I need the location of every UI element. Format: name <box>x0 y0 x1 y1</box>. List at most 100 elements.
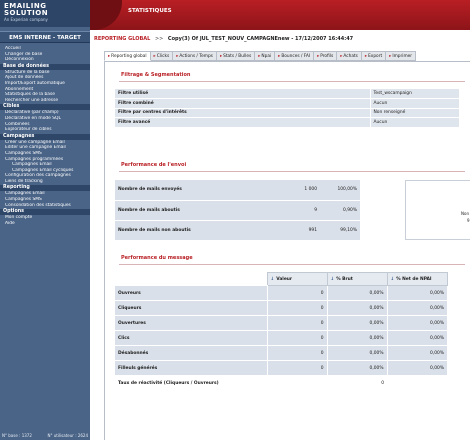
tab-item[interactable]: ▸Bounces / FAI <box>275 51 315 61</box>
tab-item[interactable]: ▸Export <box>361 51 387 61</box>
message-brut: 0,00% <box>326 345 387 361</box>
filter-value: Aucun <box>369 98 459 109</box>
message-row: Filleuls générés 0 0,00% 0,00% <box>115 360 447 376</box>
envoi-table: Nombre de mails envoyés 1 000 100,00% Nombr… <box>115 180 360 241</box>
filter-value: Non renseigné <box>369 108 459 118</box>
header-spacer <box>115 272 267 286</box>
envoi-label: Nombre de mails envoyés <box>115 180 275 201</box>
sidebar-menu-link[interactable]: Aide <box>0 221 90 227</box>
filters-title: Filtrage & Segmentation <box>121 72 191 78</box>
envoi-percent: 100,00% <box>320 180 360 201</box>
message-row: Ouvertures 0 0,00% 0,00% <box>115 315 447 331</box>
message-net: 0,00% <box>386 345 447 361</box>
message-label: Ouvertures <box>115 315 267 331</box>
breadcrumb-root[interactable]: REPORTING GLOBAL <box>94 36 150 42</box>
message-row: Ouvreurs 0 0,00% 0,00% <box>115 285 447 301</box>
brand-line-2: SOLUTION <box>4 9 49 17</box>
message-row: Désabonnés 0 0,00% 0,00% <box>115 345 447 361</box>
filter-row: Filtre combiné Aucun <box>115 98 459 109</box>
message-title: Performance du message <box>121 255 193 261</box>
filter-row: Filtre avancé Aucun <box>115 117 459 128</box>
filter-label: Filtre avancé <box>115 117 370 128</box>
envoi-pie-chart: Non 9 <box>405 180 470 240</box>
reactivity-label: Taux de réactivité (Cliqueurs / Ouvreurs… <box>115 375 267 391</box>
column-header-label: % Brut <box>336 276 353 282</box>
reactivity-value: 0 <box>266 375 387 391</box>
column-header[interactable]: ↓% Net de NPAI <box>386 272 448 286</box>
message-value: 0 <box>266 345 327 361</box>
filter-row: Filtre par centres d'intérêts Non renseig… <box>115 108 459 118</box>
envoi-row: Nombre de mails envoyés 1 000 100,00% <box>115 180 360 201</box>
brand-logo[interactable]: EMAILING SOLUTION An Experian company <box>0 0 90 27</box>
message-value: 0 <box>266 285 327 301</box>
message-table: ↓ Valeur ↓% Brut ↓% Net de NPAI Ouvreurs 0 0,0… <box>115 272 448 391</box>
sidebar-footer: N° base : 1372 N° utilisateur : 2624 <box>0 432 90 440</box>
message-label: Désabonnés <box>115 345 267 361</box>
message-row: Cliqueurs 0 0,00% 0,00% <box>115 300 447 316</box>
envoi-label: Nombre de mails aboutis <box>115 200 275 221</box>
tab-label: Profils <box>320 54 334 59</box>
report-panel: Filtrage & Segmentation Filtre utilisé Te… <box>104 61 470 440</box>
sidebar-menu-link[interactable]: Explorateur de cibles <box>0 127 90 133</box>
message-label: Cliqueurs <box>115 300 267 316</box>
envoi-row: Nombre de mails aboutis 9 0,90% <box>115 200 360 221</box>
tab-item[interactable]: ▸Achats <box>337 51 362 61</box>
user-number: N° utilisateur : 2624 <box>47 433 88 438</box>
message-brut: 0,00% <box>326 285 387 301</box>
filter-label: Filtre combiné <box>115 98 370 109</box>
pie-label-2: 9 <box>467 218 470 223</box>
envoi-divider <box>119 171 465 172</box>
message-brut: 0,00% <box>326 330 387 346</box>
message-net: 0,00% <box>386 315 447 331</box>
message-row: Clics 0 0,00% 0,00% <box>115 330 447 346</box>
column-header-label: % Net de NPAI <box>396 276 432 282</box>
tab-label: Export <box>368 54 383 59</box>
message-label: Clics <box>115 330 267 346</box>
sidebar-menu-link[interactable]: Consolidation des statistiques <box>0 203 90 209</box>
tab-label: Imprimer <box>392 54 413 59</box>
filters-divider <box>119 81 465 82</box>
sidebar-menu-link[interactable]: Rechercher une adresse <box>0 98 90 104</box>
top-header: STATISTIQUES <box>90 0 470 30</box>
message-label: Ouvreurs <box>115 285 267 301</box>
tab-arrow-icon: ▸ <box>364 54 368 59</box>
tab-label: Actions / Temps <box>179 54 213 59</box>
column-header[interactable]: ↓% Brut <box>326 272 388 286</box>
tab-item[interactable]: ▸Clicks <box>150 51 174 61</box>
base-number: N° base : 1372 <box>2 433 32 438</box>
tab-label: Stats / Bulles <box>223 54 252 59</box>
tab-arrow-icon: ▸ <box>317 54 320 59</box>
pie-label-1: Non <box>461 211 469 216</box>
tab-arrow-icon: ▸ <box>278 54 281 59</box>
filter-value: Aucun <box>369 117 459 128</box>
envoi-percent: 0,90% <box>320 200 360 221</box>
tab-item[interactable]: ▸Actions / Temps <box>173 51 217 61</box>
envoi-row: Nombre de mails non aboutis 991 99,10% <box>115 220 360 241</box>
message-value: 0 <box>266 315 327 331</box>
breadcrumb-path: Copy(3) Of JUL_TEST_NOUV_CAMPAGNEnew - 1… <box>167 36 354 42</box>
sidebar-menu-link[interactable]: Liens de tracking <box>0 179 90 185</box>
tab-label: Achats <box>343 54 358 59</box>
tab-arrow-icon: ▸ <box>219 54 223 59</box>
message-label: Filleuls générés <box>115 360 267 376</box>
message-value: 0 <box>266 330 327 346</box>
message-net: 0,00% <box>386 330 447 346</box>
tab-item[interactable]: ▸Stats / Bulles <box>216 51 256 61</box>
tab-arrow-icon: ▸ <box>389 54 392 59</box>
sidebar-menu-link[interactable]: Déconnexion <box>0 57 90 63</box>
tab-item[interactable]: ▸Imprimer <box>386 51 417 61</box>
tab-arrow-icon: ▸ <box>153 54 156 59</box>
column-header-label: Valeur <box>276 276 293 282</box>
breadcrumb: REPORTING GLOBAL >> Copy(3) Of JUL_TEST_… <box>90 33 470 45</box>
filters-table: Filtre utilisé Test_wscampaign Filtre comb… <box>115 89 459 128</box>
message-value: 0 <box>266 360 327 376</box>
envoi-count: 9 <box>275 200 320 221</box>
tab-item[interactable]: ▸Profils <box>314 51 338 61</box>
tab-item[interactable]: ▸Npai <box>255 51 276 61</box>
tab-item[interactable]: ▸Reporting global <box>104 51 151 61</box>
sidebar: EMAILING SOLUTION An Experian company EM… <box>0 0 90 440</box>
column-header[interactable]: ↓ Valeur <box>266 272 328 286</box>
message-header-row: ↓ Valeur ↓% Brut ↓% Net de NPAI <box>115 272 448 286</box>
tab-label: Bounces / FAI <box>281 54 311 59</box>
sort-arrow-icon: ↓ <box>330 276 335 282</box>
